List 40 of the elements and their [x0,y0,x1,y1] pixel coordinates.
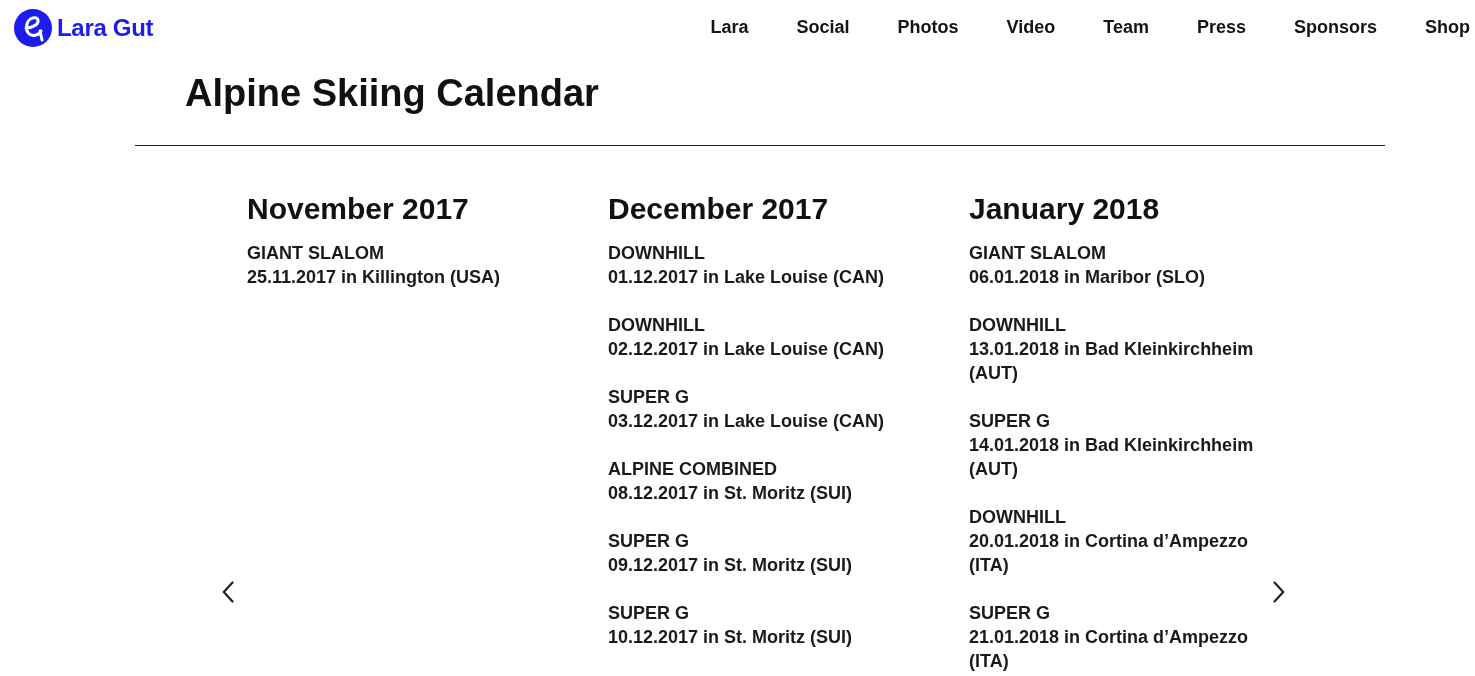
event-detail: 01.12.2017 in Lake Louise (CAN) [608,266,886,289]
event-detail: 06.01.2018 in Maribor (SLO) [969,266,1207,289]
event-discipline: DOWNHILL [608,242,706,265]
chevron-right-icon [1273,581,1285,603]
nav-link[interactable]: Video [1006,14,1056,41]
event-discipline: SUPER G [969,410,1052,433]
event-detail: 08.12.2017 in St. Moritz (SUI) [608,482,854,505]
event-detail: 02.12.2017 in Lake Louise (CAN) [608,338,886,361]
event-discipline: SUPER G [608,386,691,409]
nav-link[interactable]: Shop [1425,14,1470,41]
event-detail: 09.12.2017 in St. Moritz (SUI) [608,554,854,577]
event-discipline: GIANT SLALOM [247,242,385,265]
brand-link[interactable]: Lara Gut [14,8,154,47]
month-heading: December 2017 [608,191,830,227]
event-discipline: SUPER G [969,602,1052,625]
event-detail: 25.11.2017 in Killington (USA) [247,266,502,289]
nav-link[interactable]: Photos [897,14,959,41]
event-detail: 20.01.2018 in Cortina d’Ampezzo (ITA) [969,530,1250,577]
chevron-left-icon [222,581,234,603]
nav-link[interactable]: Press [1196,14,1246,41]
event-discipline: DOWNHILL [969,314,1067,337]
nav-link[interactable]: Social [796,14,850,41]
event-detail: 21.01.2018 in Cortina d’Ampezzo (ITA) [969,626,1250,673]
nav-link[interactable]: Team [1103,14,1149,41]
nav-link[interactable]: Sponsors [1294,14,1377,41]
month-heading: January 2018 [969,191,1161,227]
logo-icon [14,8,52,47]
event-discipline: GIANT SLALOM [969,242,1107,265]
month-heading: November 2017 [247,191,470,227]
event-discipline: DOWNHILL [969,506,1067,529]
event-discipline: SUPER G [608,530,691,553]
event-discipline: SUPER G [608,602,691,625]
nav-link[interactable]: Lara [710,14,749,41]
event-detail: 03.12.2017 in Lake Louise (CAN) [608,410,886,433]
event-detail: 10.12.2017 in St. Moritz (SUI) [608,626,854,649]
event-detail: 14.01.2018 in Bad Kleinkirchheim (AUT) [969,434,1255,481]
event-detail: 13.01.2018 in Bad Kleinkirchheim (AUT) [969,338,1255,385]
event-discipline: DOWNHILL [608,314,706,337]
page-title: Alpine Skiing Calendar [185,72,600,115]
event-discipline: ALPINE COMBINED [608,458,778,481]
